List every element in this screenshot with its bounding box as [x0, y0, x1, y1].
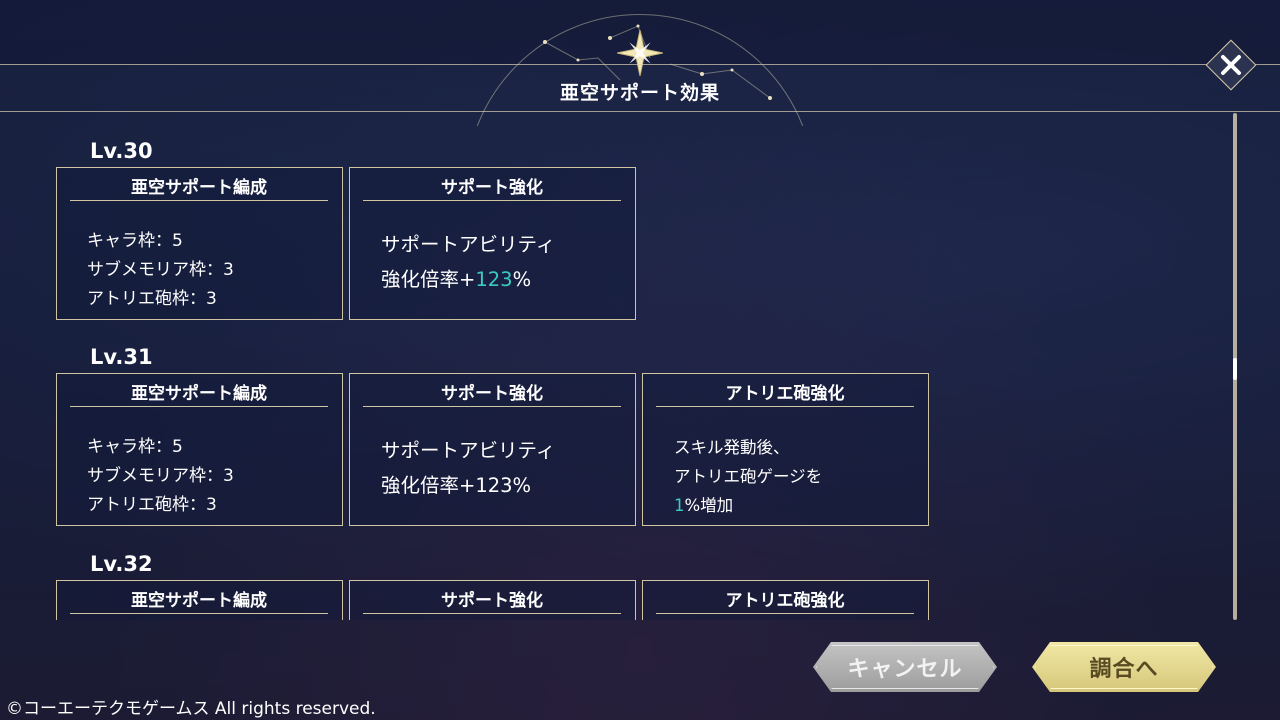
header-top-rule — [0, 64, 1280, 65]
copyright-text: ©コーエーテクモゲームス All rights reserved. — [6, 699, 376, 719]
card-header: アトリエ砲強化 — [656, 589, 914, 614]
card-header: サポート強化 — [363, 382, 621, 407]
formation-character-slots: キャラ枠：5 — [87, 231, 183, 251]
level-label: Lv.32 — [90, 552, 153, 576]
card-header: 亜空サポート編成 — [70, 176, 328, 201]
card-support-enhance: サポート強化 — [349, 580, 636, 620]
card-header: アトリエ砲強化 — [656, 382, 914, 407]
enhance-rate-prefix: 強化倍率+ — [381, 268, 476, 291]
effect-line: スキル発動後、 — [674, 438, 790, 457]
go-to-synthesis-button[interactable]: 調合へ — [1032, 642, 1216, 692]
formation-sub-memoria-slots: サブメモリア枠：3 — [87, 466, 234, 486]
card-header: サポート強化 — [363, 176, 621, 201]
card-atelier-cannon-enhance: アトリエ砲強化 スキル発動後、 アトリエ砲ゲージを 1%増加 — [642, 373, 929, 526]
gauge-increase-suffix: %増加 — [684, 496, 734, 515]
enhance-rate-suffix: % — [512, 268, 532, 291]
effects-list[interactable]: Lv.30 亜空サポート編成 キャラ枠：5 サブメモリア枠：3 アトリエ砲枠：3… — [0, 113, 1230, 620]
card-body: サポートアビリティ 強化倍率+123% — [381, 227, 555, 297]
gauge-increase-value: 1 — [674, 496, 685, 515]
card-body: キャラ枠：5 サブメモリア枠：3 アトリエ砲枠：3 — [87, 433, 234, 520]
card-body: キャラ枠：5 サブメモリア枠：3 アトリエ砲枠：3 — [87, 227, 234, 314]
support-ability-label: サポートアビリティ — [381, 233, 556, 256]
scrollbar-thumb[interactable] — [1233, 358, 1237, 380]
card-support-formation: 亜空サポート編成 キャラ枠：5 サブメモリア枠：3 アトリエ砲枠：3 — [56, 373, 343, 526]
cancel-button[interactable]: キャンセル — [813, 642, 997, 692]
formation-sub-memoria-slots: サブメモリア枠：3 — [87, 260, 234, 280]
dialog-title: 亜空サポート効果 — [559, 82, 720, 104]
card-header: 亜空サポート編成 — [70, 382, 328, 407]
card-body: スキル発動後、 アトリエ砲ゲージを 1%増加 — [674, 433, 822, 520]
effect-line: アトリエ砲ゲージを — [674, 467, 823, 486]
formation-character-slots: キャラ枠：5 — [87, 437, 183, 457]
card-support-enhance: サポート強化 サポートアビリティ 強化倍率+123% — [349, 167, 636, 320]
go-to-synthesis-label: 調合へ — [1089, 657, 1159, 682]
formation-atelier-cannon-slots: アトリエ砲枠：3 — [87, 289, 217, 309]
effect-line: 1%増加 — [674, 491, 822, 520]
enhance-rate: 強化倍率+123% — [381, 262, 555, 297]
card-support-formation: 亜空サポート編成 — [56, 580, 343, 620]
card-body: サポートアビリティ 強化倍率+123% — [381, 433, 555, 503]
enhance-rate-value: 123 — [475, 268, 513, 291]
close-icon — [1221, 55, 1241, 75]
enhance-rate: 強化倍率+123% — [381, 474, 532, 497]
card-support-formation: 亜空サポート編成 キャラ枠：5 サブメモリア枠：3 アトリエ砲枠：3 — [56, 167, 343, 320]
star-emblem-icon — [617, 30, 663, 76]
card-header: 亜空サポート編成 — [70, 589, 328, 614]
card-header: サポート強化 — [363, 589, 621, 614]
level-label: Lv.31 — [90, 345, 153, 369]
close-button[interactable] — [1205, 39, 1257, 91]
cancel-button-label: キャンセル — [847, 657, 963, 682]
support-ability-label: サポートアビリティ — [381, 439, 556, 462]
level-label: Lv.30 — [90, 139, 153, 163]
header-bottom-rule — [0, 111, 1280, 112]
card-support-enhance: サポート強化 サポートアビリティ 強化倍率+123% — [349, 373, 636, 526]
card-atelier-cannon-enhance: アトリエ砲強化 — [642, 580, 929, 620]
formation-atelier-cannon-slots: アトリエ砲枠：3 — [87, 495, 217, 515]
